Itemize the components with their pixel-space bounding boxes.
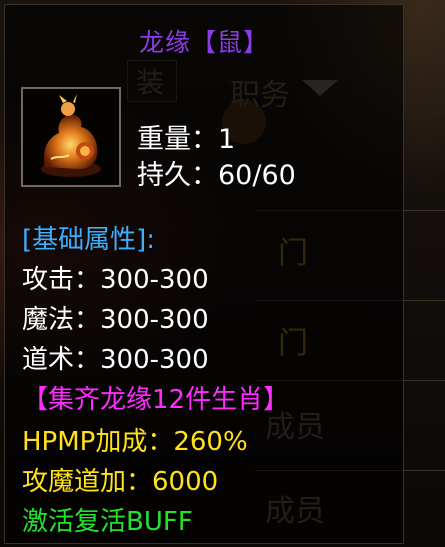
set-bonus-header: 【集齐龙缘12件生肖】 bbox=[22, 385, 290, 415]
revive-buff: 激活复活BUFF bbox=[22, 507, 193, 537]
attack-magic-tao-bonus: 攻魔道加：6000 bbox=[22, 467, 219, 497]
attack-stat: 攻击：300-300 bbox=[22, 265, 209, 295]
hpmp-bonus: HPMP加成：260% bbox=[22, 427, 248, 457]
item-icon-frame bbox=[21, 87, 121, 187]
taoism-stat: 道术：300-300 bbox=[22, 345, 209, 375]
item-tooltip: 龙缘【鼠】 重量：1 持久：60/60 [基础属性]: 攻击：300-300 魔… bbox=[4, 4, 404, 544]
magic-stat: 魔法：300-300 bbox=[22, 305, 209, 335]
item-title: 龙缘【鼠】 bbox=[138, 28, 269, 57]
attributes-header: [基础属性]: bbox=[22, 225, 156, 255]
item-weight: 重量：1 bbox=[137, 124, 236, 155]
item-durability: 持久：60/60 bbox=[137, 160, 296, 191]
dragon-zodiac-rat-figurine-icon bbox=[41, 94, 101, 177]
